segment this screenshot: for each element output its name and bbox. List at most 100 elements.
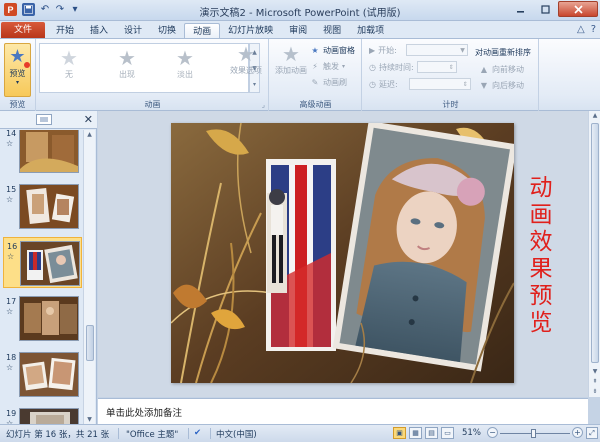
tab-animations[interactable]: 动画 bbox=[184, 23, 221, 39]
slide-thumbnail[interactable]: 15 ☆ bbox=[3, 181, 82, 232]
save-icon[interactable] bbox=[22, 3, 35, 16]
delay-spinner[interactable]: ⇕ bbox=[408, 78, 471, 90]
undo-icon[interactable]: ↶ bbox=[40, 3, 50, 16]
file-tab[interactable]: 文件 bbox=[1, 22, 45, 39]
current-slide[interactable] bbox=[171, 123, 514, 383]
tab-slideshow[interactable]: 幻灯片放映 bbox=[220, 23, 281, 39]
group-label-timing: 计时 bbox=[442, 100, 459, 109]
ribbon-minimize-icon[interactable]: △ bbox=[577, 24, 585, 35]
trigger-label: 触发 bbox=[323, 62, 339, 71]
add-animation-button[interactable]: ★ 添加动画 bbox=[273, 43, 309, 76]
group-label-animation: 动画 bbox=[144, 100, 161, 109]
effect-none[interactable]: ★ 无 bbox=[40, 44, 98, 92]
close-button[interactable] bbox=[558, 1, 598, 17]
animation-painter-button[interactable]: ✎ 动画刷 bbox=[310, 77, 347, 88]
arrow-up-icon: ▲ bbox=[480, 65, 488, 74]
slide-collage-image bbox=[171, 123, 514, 383]
maximize-button[interactable] bbox=[533, 1, 557, 17]
powerpoint-app-icon[interactable]: P bbox=[4, 3, 17, 16]
tab-home[interactable]: 开始 bbox=[48, 23, 82, 39]
slide-number: 14 ☆ bbox=[6, 130, 17, 148]
tab-review[interactable]: 审阅 bbox=[281, 23, 315, 39]
move-later-label: 向后移动 bbox=[492, 81, 524, 90]
tab-transitions[interactable]: 切换 bbox=[150, 23, 184, 39]
scroll-down-icon[interactable]: ▼ bbox=[589, 368, 600, 375]
trigger-button[interactable]: ⚡ 触发 ▾ bbox=[310, 61, 345, 72]
move-later-button[interactable]: ▼ 向后移动 bbox=[479, 80, 524, 91]
zoom-slider-knob[interactable] bbox=[531, 429, 536, 438]
spinner-icon: ⇕ bbox=[462, 81, 468, 88]
previous-slide-icon[interactable]: ⇞ bbox=[589, 378, 600, 385]
effect-appear[interactable]: ★ 出现 bbox=[98, 44, 156, 92]
group-preview: ★ 预览 ▾ 预览 bbox=[0, 39, 36, 111]
language-indicator[interactable]: 中文(中国) bbox=[216, 428, 257, 440]
close-icon[interactable]: ✕ bbox=[84, 113, 93, 126]
move-earlier-button[interactable]: ▲ 向前移动 bbox=[479, 64, 524, 75]
effect-appear-label: 出现 bbox=[119, 70, 135, 79]
effect-options-icon: ★ bbox=[237, 42, 255, 66]
notes-pane[interactable]: 单击此处添加备注 bbox=[98, 398, 588, 424]
slide-scrollbar[interactable]: ▲ ▼ ⇞ ⇟ bbox=[588, 111, 600, 397]
scroll-up-icon[interactable]: ▲ bbox=[589, 112, 600, 119]
slides-panel-tabs: ✕ bbox=[0, 111, 97, 129]
effect-options-label: 效果选项 bbox=[230, 66, 262, 75]
zoom-level[interactable]: 51% bbox=[462, 428, 481, 438]
zoom-in-icon[interactable]: + bbox=[572, 427, 583, 438]
slides-panel-scrollbar[interactable]: ▲ ▼ bbox=[83, 130, 95, 424]
tab-insert[interactable]: 插入 bbox=[82, 23, 116, 39]
slides-panel: ✕ 14 ☆ 15 ☆ 16 ☆ 17 ☆ 18 ☆ 19 ☆ ▲ ▼ bbox=[0, 111, 97, 424]
scroll-down-icon[interactable]: ▼ bbox=[84, 416, 95, 423]
spellcheck-icon[interactable]: ✔ bbox=[194, 428, 201, 438]
preview-button-label: 预览 bbox=[9, 69, 26, 78]
slide-sorter-button[interactable]: ▦ bbox=[409, 427, 422, 439]
thumbnail-image bbox=[19, 408, 79, 424]
redo-icon[interactable]: ↷ bbox=[55, 3, 65, 16]
slideshow-button[interactable]: ▭ bbox=[441, 427, 454, 439]
help-icon[interactable]: ? bbox=[591, 24, 596, 35]
animation-painter-label: 动画刷 bbox=[323, 78, 347, 87]
start-select[interactable]: ▼ bbox=[405, 44, 468, 56]
scroll-up-icon[interactable]: ▲ bbox=[84, 131, 95, 138]
slide-text-vertical[interactable]: 动画效果预览 bbox=[526, 175, 556, 337]
fit-to-window-icon[interactable]: ⤢ bbox=[586, 427, 598, 439]
arrow-down-icon: ▼ bbox=[480, 81, 488, 90]
reorder-label: 对动画重新排序 bbox=[475, 48, 531, 57]
effect-options-button[interactable]: ★ 效果选项 bbox=[227, 43, 265, 76]
slide-thumbnail[interactable]: 18 ☆ bbox=[3, 349, 82, 400]
reading-view-button[interactable]: ▤ bbox=[425, 427, 438, 439]
animation-pane-label: 动画窗格 bbox=[323, 46, 355, 55]
next-slide-icon[interactable]: ⇟ bbox=[589, 388, 600, 395]
thumbnail-list: 14 ☆ 15 ☆ 16 ☆ 17 ☆ 18 ☆ 19 ☆ bbox=[0, 130, 83, 424]
animation-pane-button[interactable]: ★ 动画窗格 bbox=[310, 45, 355, 56]
minimize-button[interactable] bbox=[508, 1, 532, 17]
slide-thumbnail[interactable]: 19 ☆ bbox=[3, 405, 82, 424]
ribbon: ★ 预览 ▾ 预览 ★ 无 ★ 出现 ★ 淡出 ▲ ▼ ▾ 动画 ⌟ ★ 效果选… bbox=[0, 38, 600, 111]
effect-none-label: 无 bbox=[65, 70, 73, 79]
start-row: ▶ 开始: ▼ bbox=[369, 44, 468, 56]
delay-row: ◷ 延迟: ⇕ bbox=[369, 78, 471, 90]
chevron-down-icon: ▾ bbox=[15, 79, 19, 86]
thumbnail-image bbox=[19, 184, 79, 229]
slide-thumbnail-selected[interactable]: 16 ☆ bbox=[3, 237, 82, 288]
tab-view[interactable]: 视图 bbox=[315, 23, 349, 39]
group-advanced-animation: ★ 添加动画 ★ 动画窗格 ⚡ 触发 ▾ ✎ 动画刷 高级动画 bbox=[270, 39, 362, 111]
preview-button[interactable]: ★ 预览 ▾ bbox=[4, 43, 31, 97]
scroll-thumb[interactable] bbox=[86, 325, 94, 361]
tab-addins[interactable]: 加载项 bbox=[349, 23, 392, 39]
dialog-launcher-icon[interactable]: ⌟ bbox=[262, 101, 265, 109]
effect-fade[interactable]: ★ 淡出 bbox=[156, 44, 214, 92]
slide-thumbnail[interactable]: 17 ☆ bbox=[3, 293, 82, 344]
delay-label: 延迟: bbox=[378, 79, 398, 89]
animation-pane-icon: ★ bbox=[311, 46, 319, 55]
duration-spinner[interactable]: ⇕ bbox=[416, 61, 457, 73]
gallery-more-icon[interactable]: ▾ bbox=[253, 81, 256, 88]
tab-design[interactable]: 设计 bbox=[116, 23, 150, 39]
group-label-advanced: 高级动画 bbox=[299, 100, 332, 109]
qat-customize-icon[interactable]: ▾ bbox=[70, 3, 80, 16]
status-bar: 幻灯片 第 16 张，共 21 张 "Office 主题" ✔ 中文(中国) ▣… bbox=[0, 424, 600, 442]
slide-thumbnail[interactable]: 14 ☆ bbox=[3, 130, 82, 176]
zoom-out-icon[interactable]: − bbox=[487, 427, 498, 438]
scroll-thumb[interactable] bbox=[591, 123, 599, 363]
normal-view-button[interactable]: ▣ bbox=[393, 427, 406, 439]
animation-gallery: ★ 无 ★ 出现 ★ 淡出 bbox=[39, 43, 249, 93]
